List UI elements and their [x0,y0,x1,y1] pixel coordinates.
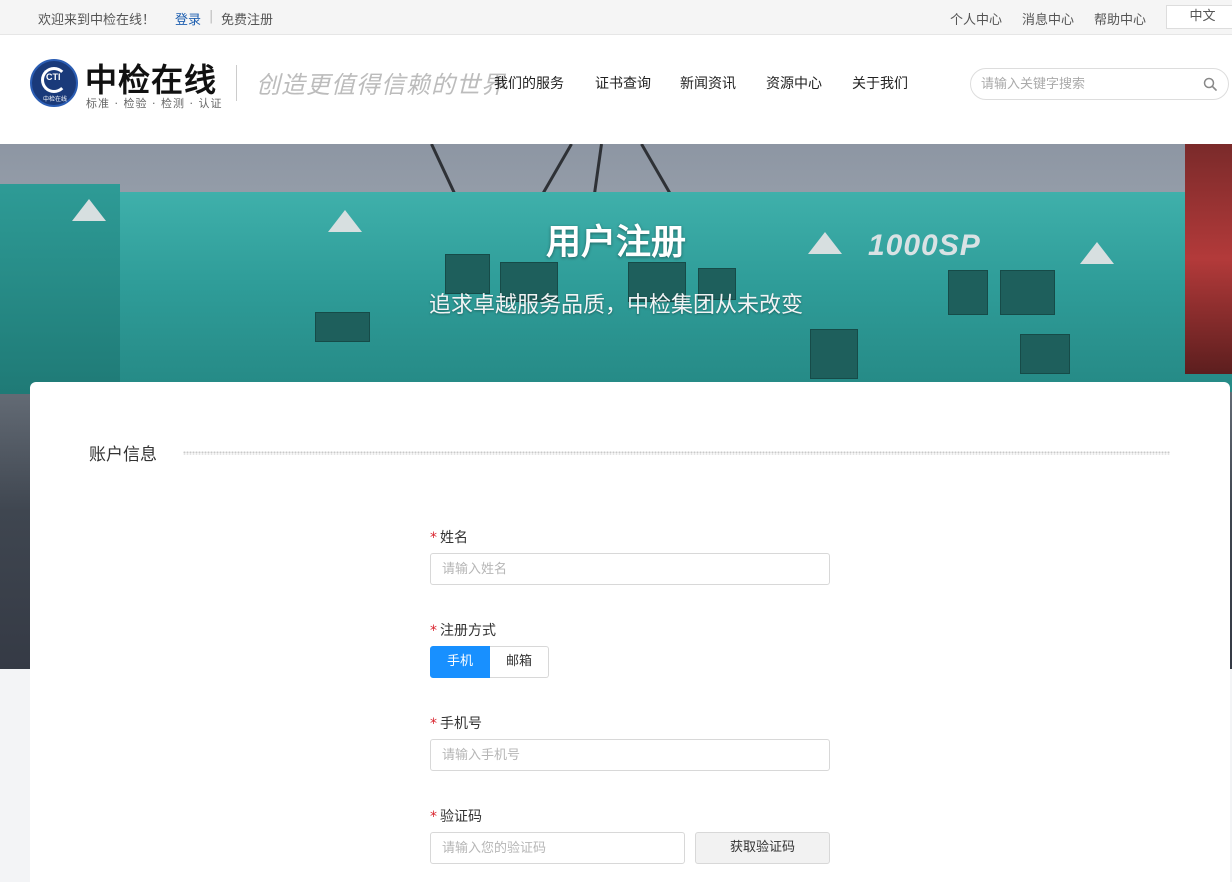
register-method-toggle: 手机 邮箱 [430,646,549,678]
required-mark: * [430,809,437,825]
page-title: 用户注册 [545,223,686,263]
brand-slogan: 创造更值得信赖的世界 [256,71,506,99]
section-title-account: 账户信息 [89,445,157,465]
logo-mark-text: CTI [46,72,61,82]
name-label-text: 姓名 [440,530,468,546]
logo-mini-text: 中检在线 [42,96,67,103]
logo-icon[interactable]: CTI 中检在线 [30,59,78,107]
required-mark: * [430,716,437,732]
phone-input[interactable] [430,739,830,771]
top-utility-bar: 欢迎来到中检在线！ 登录 | 免费注册 个人中心 消息中心 帮助中心 中文 [0,0,1232,35]
message-center-link[interactable]: 消息中心 [1022,9,1074,28]
register-link[interactable]: 免费注册 [221,9,273,28]
header-divider [236,65,237,101]
method-option-email[interactable]: 邮箱 [490,646,549,678]
brand-tagline: 标准 · 检验 · 检测 · 认证 [86,97,223,110]
section-divider [183,451,1170,455]
nav-resource-center[interactable]: 资源中心 [766,73,822,93]
phone-label: * 手机号 [430,713,482,733]
verification-code-input[interactable] [430,832,685,864]
topbar-separator: | [209,9,214,24]
nav-news[interactable]: 新闻资讯 [680,73,736,93]
nav-about-us[interactable]: 关于我们 [852,73,908,93]
code-label-text: 验证码 [440,809,482,825]
phone-label-text: 手机号 [440,716,482,732]
method-option-phone[interactable]: 手机 [430,646,490,678]
welcome-text: 欢迎来到中检在线！ [38,13,156,28]
vent-panel [1020,334,1070,374]
required-mark: * [430,623,437,639]
required-mark: * [430,530,437,546]
search-input[interactable] [981,75,1191,93]
name-input[interactable] [430,553,830,585]
help-center-link[interactable]: 帮助中心 [1094,9,1146,28]
personal-center-link[interactable]: 个人中心 [950,9,1002,28]
search-icon[interactable] [1203,77,1217,91]
method-label-text: 注册方式 [440,623,496,639]
language-selector[interactable]: 中文 [1166,5,1232,29]
name-label: * 姓名 [430,527,468,547]
code-label: * 验证码 [430,806,482,826]
nav-services[interactable]: 我们的服务 [494,73,564,93]
method-label: * 注册方式 [430,620,496,640]
page-subtitle: 追求卓越服务品质，中检集团从未改变 [428,293,803,318]
search-box [970,68,1229,100]
vent-panel [810,329,858,379]
login-link[interactable]: 登录 [175,9,201,28]
get-code-button[interactable]: 获取验证码 [695,832,830,864]
nav-certificate-query[interactable]: 证书查询 [595,73,651,93]
site-header: CTI 中检在线 中检在线 标准 · 检验 · 检测 · 认证 创造更值得信赖的… [0,35,1232,144]
registration-card: 账户信息 *姓名 *注册方式 手机 邮箱 *手机号 *验证码 获取验证码 [30,382,1230,882]
